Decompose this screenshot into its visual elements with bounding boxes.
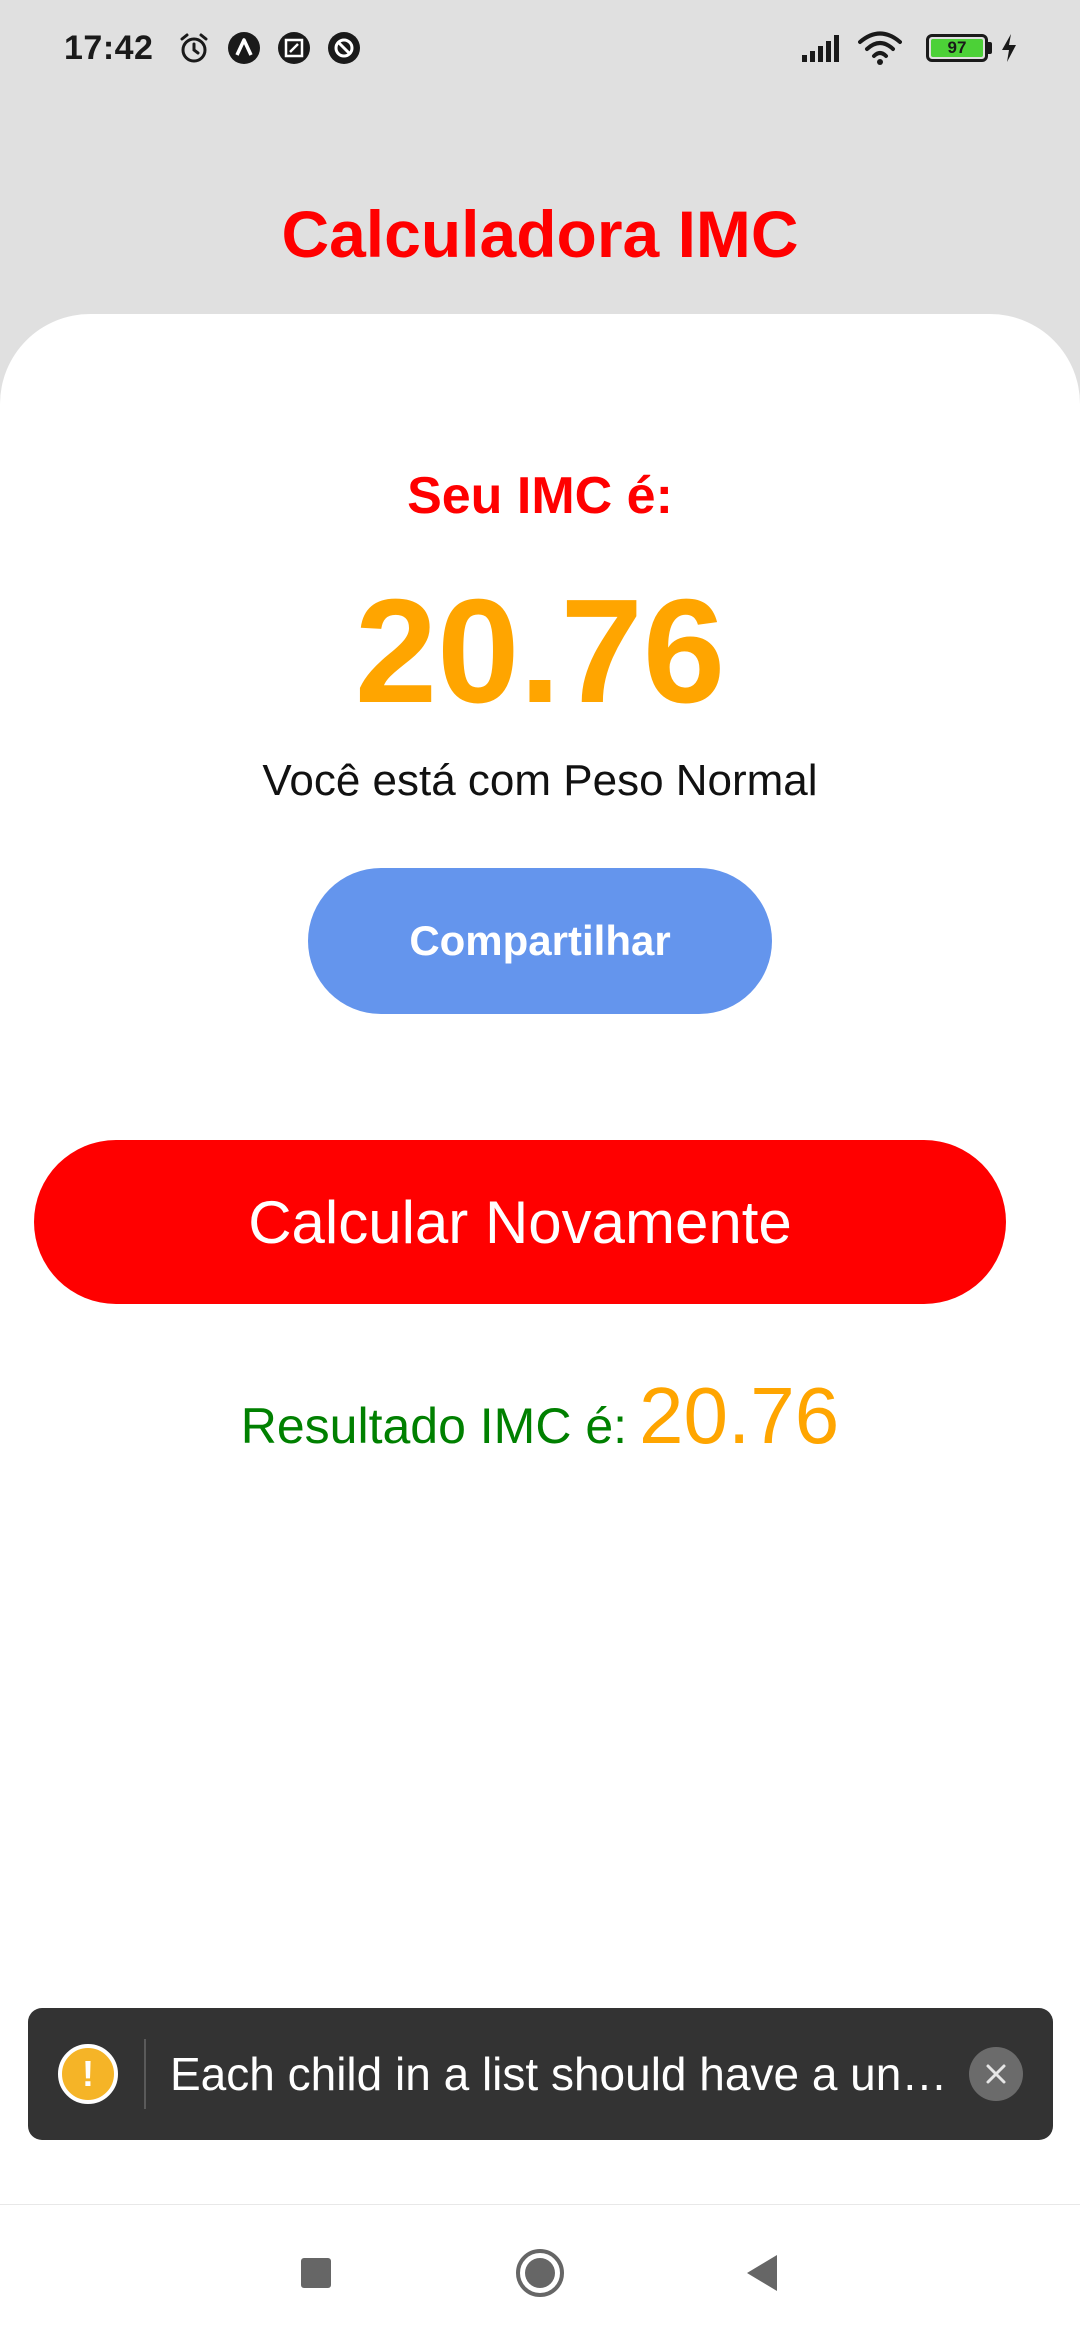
status-bar-left: 17:42 xyxy=(64,29,375,68)
alarm-icon xyxy=(175,29,213,67)
navigation-bar xyxy=(0,2204,1080,2340)
navigation-app-icon xyxy=(225,29,263,67)
result-label: Seu IMC é: xyxy=(407,467,673,525)
battery-tip xyxy=(988,42,992,54)
back-triangle-icon[interactable] xyxy=(728,2239,796,2307)
result-value: 20.76 xyxy=(354,569,726,734)
result-status: Você está com Peso Normal xyxy=(262,756,818,805)
battery-body: 97 xyxy=(926,34,988,62)
status-time: 17:42 xyxy=(64,28,154,67)
home-circle-icon[interactable] xyxy=(506,2239,574,2307)
charging-icon xyxy=(998,29,1020,67)
share-button[interactable]: Compartilhar xyxy=(308,868,772,1014)
wifi-icon xyxy=(856,29,904,67)
signal-icon xyxy=(800,29,844,67)
warning-toast[interactable]: ! Each child in a list should have a uni… xyxy=(28,2008,1053,2140)
battery-level: 97 xyxy=(931,38,983,57)
summary-value: 20.76 xyxy=(639,1371,840,1460)
recents-square-icon[interactable] xyxy=(282,2239,350,2307)
battery-icon: 97 xyxy=(926,34,992,62)
screenshot-app-icon xyxy=(275,29,313,67)
summary-label: Resultado IMC é: xyxy=(240,1398,628,1454)
app-title: Calculadora IMC xyxy=(281,197,799,271)
recalculate-button[interactable]: Calcular Novamente xyxy=(34,1140,1006,1304)
summary-line: Resultado IMC é: 20.76 xyxy=(0,1370,1080,1462)
status-bar: 17:42 97 xyxy=(0,0,1080,96)
close-icon[interactable] xyxy=(969,2047,1023,2101)
toast-message[interactable]: Each child in a list should have a uniqu… xyxy=(170,2047,953,2101)
data-saver-icon xyxy=(325,29,363,67)
warning-icon: ! xyxy=(58,2044,118,2104)
toast-divider xyxy=(144,2039,146,2109)
status-bar-right: 97 xyxy=(800,29,1020,67)
